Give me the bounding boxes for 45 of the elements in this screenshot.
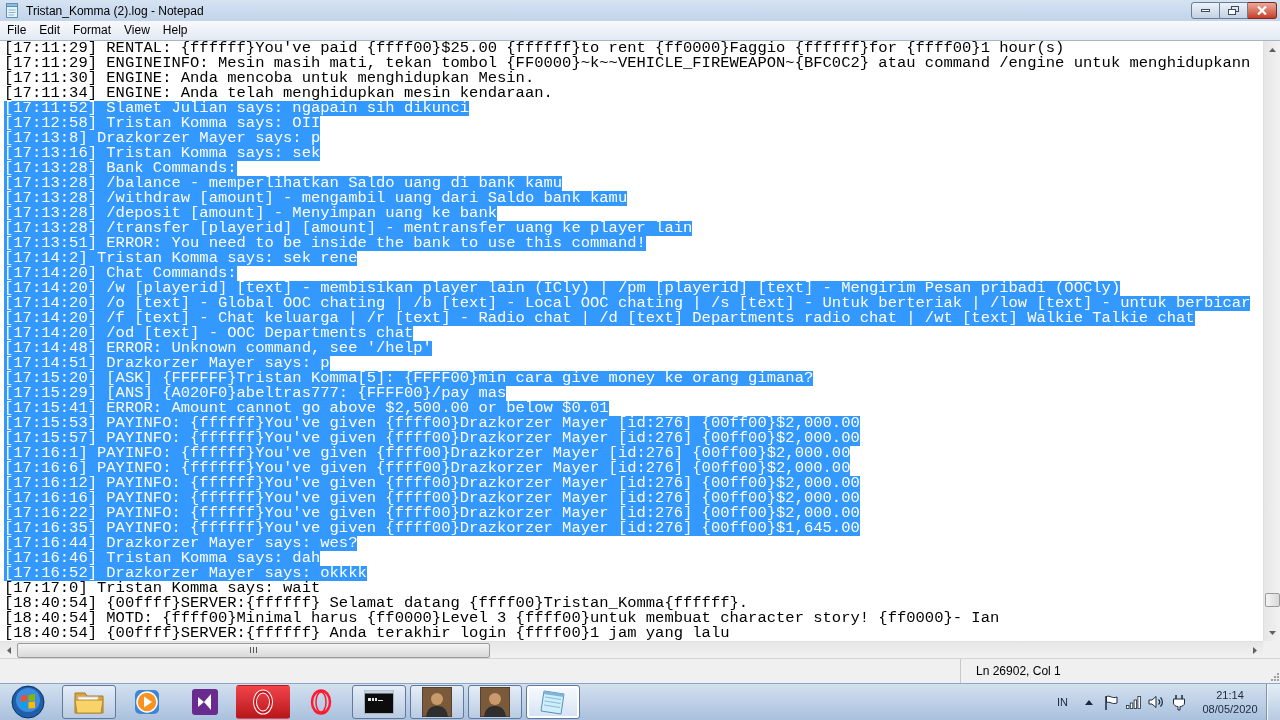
menu-item[interactable]: Format xyxy=(67,23,118,38)
taskbar-button[interactable] xyxy=(468,685,522,719)
vertical-scrollbar[interactable] xyxy=(1263,41,1280,641)
avatar-icon xyxy=(480,687,510,717)
menu-item[interactable]: Help xyxy=(156,23,194,38)
caret-down-icon xyxy=(1268,630,1276,635)
caret-up-icon xyxy=(1085,699,1093,705)
menu-item[interactable]: File xyxy=(1,23,33,38)
horizontal-scrollbar[interactable] xyxy=(0,641,1263,658)
signal-bars-icon[interactable] xyxy=(1126,695,1141,709)
grip-icon xyxy=(250,647,257,653)
taskbar-button[interactable] xyxy=(410,685,464,719)
folder-icon xyxy=(74,690,104,714)
speaker-icon[interactable] xyxy=(1148,695,1164,709)
orb-icon xyxy=(11,685,45,719)
avatar-icon xyxy=(422,687,452,717)
scrollbar-thumb[interactable] xyxy=(1264,593,1280,607)
menu-item[interactable]: Edit xyxy=(33,23,67,38)
notepad-icon xyxy=(5,3,19,18)
scrollbar-thumb[interactable] xyxy=(17,642,490,658)
taskbar-button[interactable] xyxy=(352,685,406,719)
notepad-icon xyxy=(538,688,568,716)
clock-button[interactable]: 21:14 08/05/2020 xyxy=(1198,684,1262,720)
caret-left-icon xyxy=(6,646,11,654)
play-icon xyxy=(134,689,160,715)
minimize-icon xyxy=(1201,9,1210,12)
show-desktop-button[interactable] xyxy=(1266,684,1280,720)
ring-icon xyxy=(310,689,332,715)
bowtie-tile-icon xyxy=(192,689,218,715)
cursor-position: Ln 26902, Col 1 xyxy=(976,663,1061,679)
restore-button[interactable] xyxy=(1220,2,1248,19)
language-indicator[interactable]: IN xyxy=(1057,695,1068,709)
ring-icon xyxy=(252,689,274,715)
window-title: Tristan_Komma (2).log - Notepad xyxy=(26,3,204,18)
flag-icon[interactable] xyxy=(1104,694,1118,710)
menu-item[interactable]: View xyxy=(118,23,156,38)
caret-up-icon xyxy=(1268,47,1276,52)
resize-grip-icon[interactable] xyxy=(1269,671,1279,681)
caret-right-icon xyxy=(1252,646,1257,654)
minimize-button[interactable] xyxy=(1191,2,1220,19)
power-plug-icon[interactable] xyxy=(1172,693,1186,711)
close-icon xyxy=(1257,6,1267,15)
close-button[interactable] xyxy=(1248,2,1277,19)
restore-icon xyxy=(1228,6,1239,15)
terminal-icon xyxy=(364,690,394,714)
